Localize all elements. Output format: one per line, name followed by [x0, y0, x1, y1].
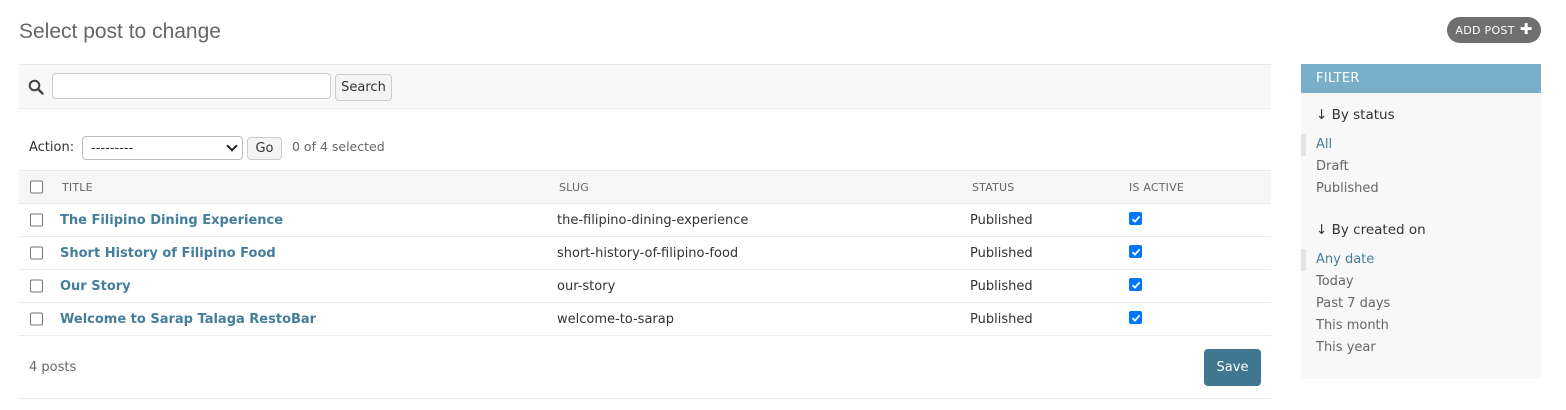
search-button[interactable]: Search — [335, 74, 392, 101]
is-active-check-icon — [1129, 245, 1142, 258]
filter-status-draft[interactable]: Draft — [1316, 159, 1349, 174]
post-slug: welcome-to-sarap — [557, 311, 674, 327]
table-row: Short History of Filipino Food short-his… — [19, 237, 1271, 270]
is-active-check-icon — [1129, 311, 1142, 324]
select-all-checkbox[interactable] — [30, 180, 43, 194]
action-select[interactable]: --------- — [82, 136, 243, 160]
column-header-status[interactable]: STATUS — [972, 171, 1014, 203]
post-title-link[interactable]: Short History of Filipino Food — [60, 246, 276, 261]
action-label: Action: — [29, 140, 75, 155]
filter-group-title-status: ↓ By status — [1316, 107, 1395, 123]
add-post-label: ADD POST — [1455, 23, 1515, 37]
filter-selected-indicator — [1301, 134, 1306, 156]
go-button[interactable]: Go — [247, 137, 282, 160]
table-row: The Filipino Dining Experience the-filip… — [19, 204, 1271, 237]
table-row: Our Story our-story Published — [19, 270, 1271, 303]
column-header-slug[interactable]: SLUG — [559, 171, 589, 203]
filter-created-this-month[interactable]: This month — [1316, 318, 1389, 333]
filter-selected-indicator — [1301, 249, 1306, 271]
row-select-checkbox[interactable] — [30, 312, 43, 326]
action-select-value: --------- — [91, 140, 134, 156]
search-input[interactable] — [52, 73, 331, 99]
search-icon — [28, 79, 44, 95]
filter-created-this-year[interactable]: This year — [1316, 340, 1376, 355]
post-slug: our-story — [557, 278, 616, 294]
table-row: Welcome to Sarap Talaga RestoBar welcome… — [19, 303, 1271, 336]
post-title-link[interactable]: Our Story — [60, 279, 131, 294]
save-button[interactable]: Save — [1204, 349, 1261, 386]
filter-group-title-created-on: ↓ By created on — [1316, 222, 1426, 238]
filter-status-published[interactable]: Published — [1316, 181, 1379, 196]
selected-count: 0 of 4 selected — [292, 139, 385, 154]
table-header: TITLE SLUG STATUS IS ACTIVE — [19, 170, 1271, 204]
post-status: Published — [970, 278, 1033, 294]
post-title-link[interactable]: Welcome to Sarap Talaga RestoBar — [60, 312, 316, 327]
filter-created-any-date[interactable]: Any date — [1316, 252, 1374, 267]
post-status: Published — [970, 245, 1033, 261]
column-header-is-active[interactable]: IS ACTIVE — [1129, 171, 1184, 203]
row-select-checkbox[interactable] — [30, 279, 43, 293]
post-count: 4 posts — [29, 360, 77, 375]
filter-created-today[interactable]: Today — [1316, 274, 1354, 289]
post-status: Published — [970, 311, 1033, 327]
row-select-checkbox[interactable] — [30, 246, 43, 260]
filter-created-past-7-days[interactable]: Past 7 days — [1316, 296, 1390, 311]
filter-status-all[interactable]: All — [1316, 137, 1332, 152]
results-table: TITLE SLUG STATUS IS ACTIVE The Filipino… — [19, 170, 1271, 336]
is-active-check-icon — [1129, 278, 1142, 291]
post-title-link[interactable]: The Filipino Dining Experience — [60, 213, 283, 228]
page-title: Select post to change — [19, 20, 221, 43]
results-footer: 4 posts Save — [19, 337, 1271, 399]
filter-sidebar: FILTER ↓ By status All Draft Published ↓… — [1301, 64, 1541, 379]
row-select-checkbox[interactable] — [30, 213, 43, 227]
post-slug: short-history-of-filipino-food — [557, 245, 739, 261]
post-status: Published — [970, 212, 1033, 228]
add-post-button[interactable]: ADD POST ✚ — [1447, 17, 1541, 43]
column-header-title[interactable]: TITLE — [62, 171, 93, 203]
plus-icon: ✚ — [1519, 20, 1533, 38]
search-toolbar: Search — [19, 64, 1271, 109]
filter-header: FILTER — [1301, 64, 1541, 93]
chevron-down-icon — [226, 140, 238, 152]
actions-bar: Action: --------- Go 0 of 4 selected — [19, 130, 1271, 170]
post-slug: the-filipino-dining-experience — [557, 212, 749, 228]
is-active-check-icon — [1129, 212, 1142, 225]
